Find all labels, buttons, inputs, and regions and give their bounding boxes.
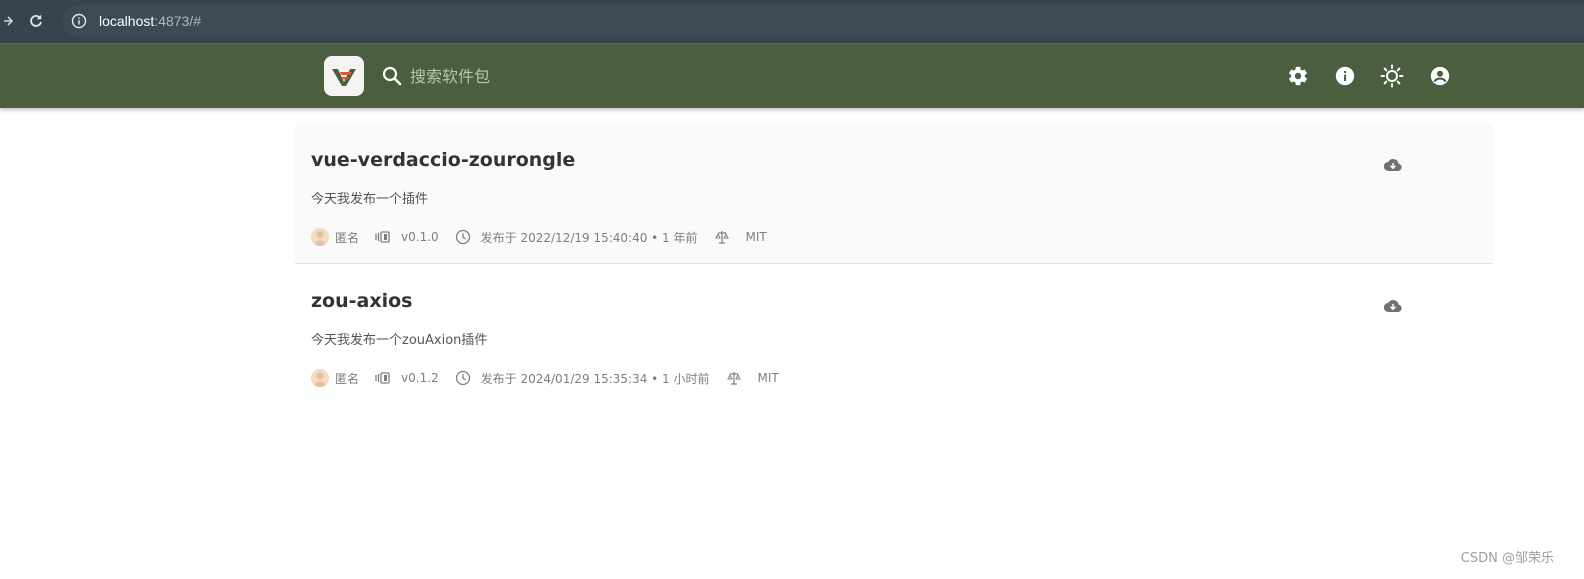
url-host: localhost [99,13,155,29]
avatar [311,369,329,387]
search-input[interactable] [410,64,710,88]
license-text: MIT [757,371,779,385]
package-name[interactable]: zou-axios [311,290,412,312]
logo-v-icon [332,69,356,86]
avatar [311,228,329,246]
reload-icon[interactable] [22,7,50,35]
watermark: CSDN @邹荣乐 [1460,551,1554,566]
package-description: 今天我发布一个插件 [311,192,429,207]
package-version: v0.1.2 [401,371,439,385]
package-meta: 匿名 v0.1.2 发布于 2024/01/29 15:35:34 • 1 小时… [311,368,779,388]
publish-time: 发布于 2022/12/19 15:40:40 • 1 年前 [480,230,698,245]
site-info-icon[interactable] [69,11,89,31]
verdaccio-logo[interactable] [324,56,364,96]
search-icon[interactable] [381,65,403,87]
package-item[interactable]: zou-axios 今天我发布一个zouAxion插件 匿名 v0.1.2 发布… [295,264,1493,405]
publish-time: 发布于 2024/01/29 15:35:34 • 1 小时前 [480,371,710,386]
clock-icon [455,370,471,386]
license-text: MIT [745,230,767,244]
download-icon[interactable] [1384,156,1402,174]
account-icon[interactable] [1428,64,1452,88]
version-icon [375,229,391,245]
version-icon [375,370,391,386]
forward-icon[interactable] [0,7,22,35]
address-bar[interactable]: localhost:4873/# [62,5,1584,37]
download-icon[interactable] [1384,297,1402,315]
author-name: 匿名 [335,230,360,245]
author-name: 匿名 [335,371,360,386]
url-text: localhost:4873/# [99,13,201,29]
brightness-icon[interactable] [1380,64,1404,88]
browser-toolbar: localhost:4873/# [0,0,1584,43]
app-header [0,44,1584,108]
package-version: v0.1.0 [401,230,439,244]
package-meta: 匿名 v0.1.0 发布于 2022/12/19 15:40:40 • 1 年前… [311,227,767,247]
package-list: vue-verdaccio-zourongle 今天我发布一个插件 匿名 v0.… [295,123,1493,405]
package-description: 今天我发布一个zouAxion插件 [311,333,488,348]
license-icon [726,370,742,386]
license-icon [714,229,730,245]
url-path: :4873/# [154,13,201,29]
info-icon[interactable] [1333,64,1357,88]
package-name[interactable]: vue-verdaccio-zourongle [311,149,575,171]
package-item[interactable]: vue-verdaccio-zourongle 今天我发布一个插件 匿名 v0.… [295,123,1493,264]
settings-icon[interactable] [1286,64,1310,88]
clock-icon [455,229,471,245]
